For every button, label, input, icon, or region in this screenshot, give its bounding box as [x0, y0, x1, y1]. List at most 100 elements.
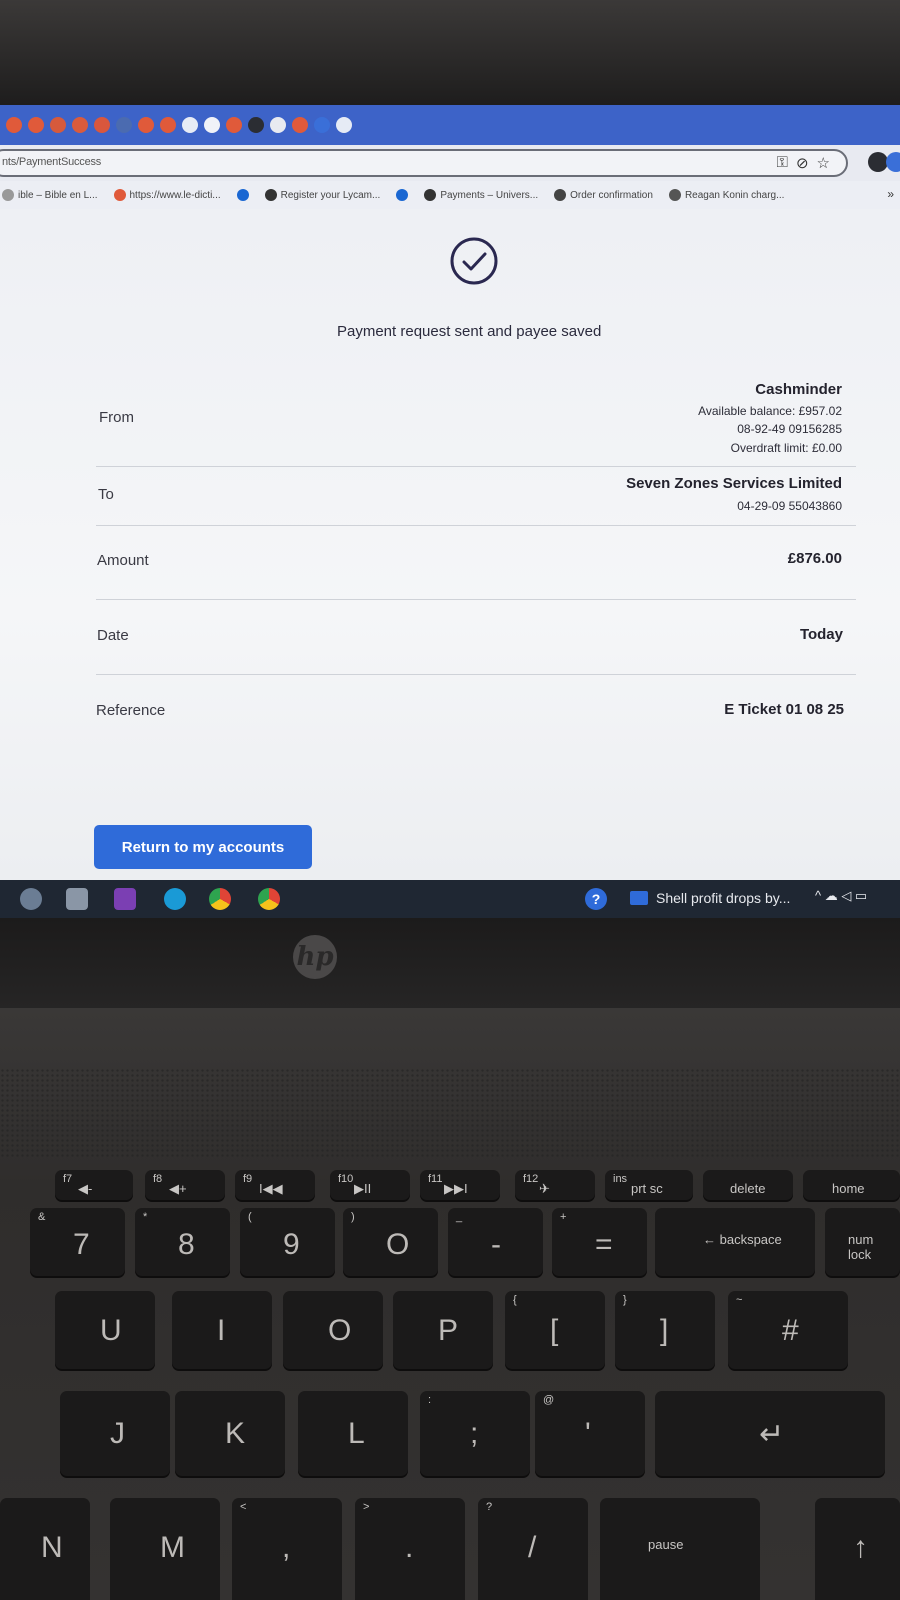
amount-value: £876.00 — [787, 550, 842, 567]
bookmark-item[interactable]: Reagan Konin charg... — [668, 189, 784, 201]
key-kbrace2[interactable]: }] — [615, 1291, 715, 1369]
key-kL[interactable]: L — [298, 1391, 408, 1476]
key-backspace[interactable]: ← backspace — [655, 1208, 815, 1276]
bookmark-item[interactable]: Register your Lycam... — [264, 189, 380, 201]
success-message: Payment request sent and payee saved — [337, 323, 602, 340]
news-widget[interactable]: Shell profit drops by... — [630, 890, 790, 906]
key-label: ↵ — [759, 1418, 785, 1451]
star-icon[interactable]: ☆ — [817, 154, 830, 172]
tab-favicon-icon[interactable] — [94, 117, 110, 133]
key-label: P — [438, 1314, 459, 1347]
bookmark-item[interactable]: Order confirmation — [554, 189, 653, 201]
key-secondary-label: & — [38, 1211, 46, 1223]
bookmark-item[interactable] — [236, 189, 249, 201]
key-k8[interactable]: * 8 — [135, 1208, 230, 1276]
key-kquote[interactable]: @ ' — [535, 1391, 645, 1476]
tab-favicon-icon[interactable] — [248, 117, 264, 133]
key-kcomma[interactable]: <, — [232, 1498, 342, 1600]
key-numlock[interactable]: num lock — [825, 1208, 900, 1276]
photo: nts/PaymentSuccess ⚿ ⊘ ☆ ible – Bible en… — [0, 0, 900, 1600]
key-up[interactable]: ↑ — [815, 1498, 900, 1600]
key-label: J — [110, 1417, 125, 1450]
key-f8[interactable]: f8 ◀+ — [145, 1170, 225, 1200]
key-kJ[interactable]: J — [60, 1391, 170, 1476]
key-kK[interactable]: K — [175, 1391, 285, 1476]
tab-favicon-icon[interactable] — [226, 117, 242, 133]
key-f10[interactable]: f10 ▶II — [330, 1170, 410, 1200]
key-f7[interactable]: f7 ◀- — [55, 1170, 133, 1200]
key-secondary-label: ( — [248, 1211, 252, 1223]
tab-favicon-icon[interactable] — [160, 117, 176, 133]
eye-off-icon[interactable]: ⊘ — [796, 154, 809, 172]
key-kslash[interactable]: ? / — [478, 1498, 588, 1600]
key-kperiod[interactable]: >. — [355, 1498, 465, 1600]
key-prtsc[interactable]: ins prt sc — [605, 1170, 693, 1200]
key-kbrace[interactable]: {[ — [505, 1291, 605, 1369]
key-label: # — [782, 1314, 799, 1347]
key-label: 7 — [73, 1228, 90, 1261]
key-k9[interactable]: (9 — [240, 1208, 335, 1276]
key-icon[interactable]: ⚿ — [777, 154, 788, 172]
date-value: Today — [799, 626, 843, 643]
key-f12[interactable]: f12 ✈ — [515, 1170, 595, 1200]
calculator-icon[interactable] — [66, 888, 88, 910]
bookmark-favicon-icon — [396, 189, 409, 201]
key-kN[interactable]: N — [0, 1498, 90, 1600]
key-secondary-label: { — [513, 1294, 517, 1306]
tab-favicon-icon[interactable] — [72, 117, 88, 133]
bookmark-label: Order confirmation — [570, 189, 653, 201]
tab-favicon-icon[interactable] — [116, 117, 132, 133]
return-to-accounts-button[interactable]: Return to my accounts — [94, 825, 312, 869]
key-f9[interactable]: f9 I◀◀ — [235, 1170, 315, 1200]
tab-favicon-icon[interactable] — [336, 117, 352, 133]
speaker-grille — [0, 1068, 900, 1158]
key-k7[interactable]: & 7 — [30, 1208, 125, 1276]
key-kO[interactable]: O — [283, 1291, 383, 1369]
tab-favicon-icon[interactable] — [138, 117, 154, 133]
key-pause[interactable]: pause — [600, 1498, 760, 1600]
key-label: ' — [585, 1417, 591, 1450]
camera-icon[interactable] — [20, 888, 42, 910]
bookmark-favicon-icon — [424, 189, 437, 201]
key-f11[interactable]: f11 ▶▶I — [420, 1170, 500, 1200]
key-k0[interactable]: ) O — [343, 1208, 438, 1276]
bookmark-item[interactable]: https://www.le-dicti... — [113, 189, 221, 201]
onenote-icon[interactable] — [114, 888, 136, 910]
edge-icon[interactable] — [164, 888, 186, 910]
bookmark-item[interactable] — [396, 189, 409, 201]
help-icon[interactable]: ? — [585, 888, 607, 910]
extension-icon[interactable] — [886, 152, 900, 172]
key-khash[interactable]: ~ # — [728, 1291, 848, 1369]
key-kI[interactable]: I — [172, 1291, 272, 1369]
tab-favicon-icon[interactable] — [314, 117, 330, 133]
chrome-icon[interactable] — [209, 888, 231, 910]
bookmark-item[interactable]: ible – Bible en L... — [2, 189, 98, 201]
key-kequal[interactable]: + = — [552, 1208, 647, 1276]
tab-favicon-icon[interactable] — [50, 117, 66, 133]
key-enter[interactable]: ↵ — [655, 1391, 885, 1476]
bookmark-favicon-icon — [113, 189, 126, 201]
key-label: num lock — [848, 1232, 874, 1262]
key-kP[interactable]: P — [393, 1291, 493, 1369]
system-tray[interactable]: ^ ☁ ◁ ▭ — [815, 888, 867, 904]
chrome-profile-icon[interactable] — [258, 888, 280, 910]
key-kM[interactable]: M — [110, 1498, 220, 1600]
address-bar[interactable]: nts/PaymentSuccess ⚿ ⊘ ☆ — [0, 149, 848, 177]
key-label: ; — [470, 1417, 479, 1450]
key-ksemi[interactable]: :; — [420, 1391, 530, 1476]
key-delete[interactable]: delete — [703, 1170, 793, 1200]
browser-tab-strip[interactable] — [0, 105, 900, 145]
payee-name: Seven Zones Services Limited — [626, 475, 842, 492]
key-kU[interactable]: U — [55, 1291, 155, 1369]
tab-favicon-icon[interactable] — [182, 117, 198, 133]
tab-favicon-icon[interactable] — [292, 117, 308, 133]
profile-avatar[interactable] — [868, 152, 888, 172]
key-kminus[interactable]: _ - — [448, 1208, 543, 1276]
tab-favicon-icon[interactable] — [28, 117, 44, 133]
bookmark-item[interactable]: Payments – Univers... — [424, 189, 538, 201]
tab-favicon-icon[interactable] — [204, 117, 220, 133]
tab-favicon-icon[interactable] — [6, 117, 22, 133]
bookmarks-more-icon[interactable]: » — [887, 187, 894, 201]
tab-favicon-icon[interactable] — [270, 117, 286, 133]
key-home[interactable]: home — [803, 1170, 900, 1200]
